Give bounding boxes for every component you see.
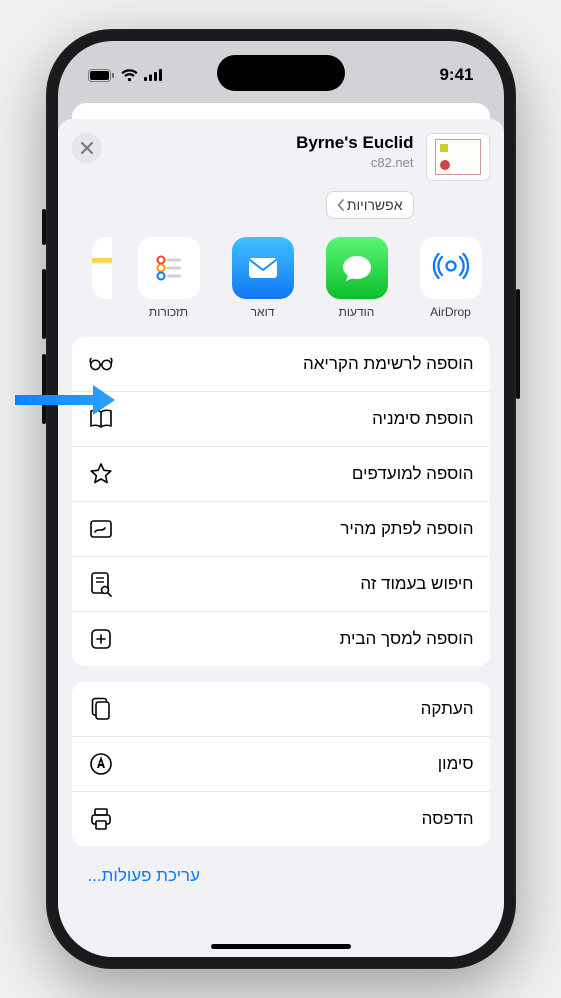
action-add-bookmark[interactable]: הוספת סימניה: [72, 391, 490, 446]
print-icon: [88, 806, 114, 832]
action-label: הדפסה: [422, 809, 474, 829]
dynamic-island: [217, 55, 345, 91]
screen: 9:41 Byrne's Euclid c82.net אפשרויות: [58, 41, 504, 957]
reminders-icon: [138, 237, 200, 299]
app-messages-label: הודעות: [339, 305, 375, 319]
action-print[interactable]: הדפסה: [72, 791, 490, 846]
action-copy[interactable]: העתקה: [72, 682, 490, 736]
mute-switch: [42, 209, 46, 245]
action-add-favorites[interactable]: הוספה למועדפים: [72, 446, 490, 501]
mail-icon: [232, 237, 294, 299]
cellular-icon: [144, 69, 162, 81]
side-button: [516, 289, 520, 399]
volume-down: [42, 354, 46, 424]
action-add-reading-list[interactable]: הוספה לרשימת הקריאה: [72, 337, 490, 391]
app-reminders-label: תזכורות: [149, 305, 188, 319]
edit-actions-link[interactable]: עריכת פעולות...: [88, 866, 200, 885]
share-sheet: Byrne's Euclid c82.net אפשרויות: [58, 119, 504, 957]
close-button[interactable]: [72, 133, 102, 163]
airdrop-icon: [420, 237, 482, 299]
copy-icon: [88, 696, 114, 722]
star-icon: [88, 461, 114, 487]
action-label: סימון: [438, 754, 474, 774]
options-button[interactable]: אפשרויות: [326, 191, 414, 219]
glasses-icon: [88, 351, 114, 377]
messages-icon: [326, 237, 388, 299]
action-add-home-screen[interactable]: הוספה למסך הבית: [72, 611, 490, 666]
edit-actions-row: עריכת פעולות...: [72, 862, 490, 896]
sheet-header: Byrne's Euclid c82.net: [58, 119, 504, 191]
volume-up: [42, 269, 46, 339]
action-markup[interactable]: סימון: [72, 736, 490, 791]
book-icon: [88, 406, 114, 432]
action-label: הוספה למסך הבית: [340, 629, 474, 649]
find-on-page-icon: [88, 571, 114, 597]
options-row: אפשרויות: [58, 191, 504, 233]
battery-icon: [88, 69, 115, 82]
action-label: הוספה לרשימת הקריאה: [303, 354, 474, 374]
action-label: העתקה: [421, 699, 474, 719]
page-title: Byrne's Euclid: [114, 133, 414, 153]
markup-icon: [88, 751, 114, 777]
app-reminders[interactable]: תזכורות: [134, 237, 204, 319]
title-block: Byrne's Euclid c82.net: [114, 133, 414, 170]
app-mail-label: דואר: [251, 305, 275, 319]
action-label: הוספה לפתק מהיר: [340, 519, 473, 539]
phone-frame: 9:41 Byrne's Euclid c82.net אפשרויות: [46, 29, 516, 969]
notes-icon: [92, 237, 112, 299]
status-time: 9:41: [439, 65, 473, 85]
options-label: אפשרויות: [347, 197, 403, 213]
status-left: [88, 69, 162, 82]
action-label: חיפוש בעמוד זה: [360, 574, 473, 594]
app-notes[interactable]: [88, 237, 116, 299]
close-icon: [81, 142, 93, 154]
actions-group-1: הוספה לרשימת הקריאה הוספת סימניה הוספה ל…: [72, 337, 490, 666]
action-label: הוספה למועדפים: [352, 464, 474, 484]
actions-group-2: העתקה סימון הדפסה: [72, 682, 490, 846]
app-airdrop-label: AirDrop: [430, 305, 471, 319]
action-add-quick-note[interactable]: הוספה לפתק מהיר: [72, 501, 490, 556]
app-mail[interactable]: דואר: [228, 237, 298, 319]
app-airdrop[interactable]: AirDrop: [416, 237, 486, 319]
wifi-icon: [121, 69, 138, 82]
app-share-row[interactable]: AirDrop הודעות דואר: [58, 233, 504, 337]
action-label: הוספת סימניה: [372, 409, 473, 429]
page-subtitle: c82.net: [114, 155, 414, 170]
action-find-on-page[interactable]: חיפוש בעמוד זה: [72, 556, 490, 611]
home-indicator[interactable]: [211, 944, 351, 949]
page-thumbnail: [426, 133, 490, 181]
app-messages[interactable]: הודעות: [322, 237, 392, 319]
actions-scroll[interactable]: הוספה לרשימת הקריאה הוספת סימניה הוספה ל…: [58, 337, 504, 957]
add-home-icon: [88, 626, 114, 652]
chevron-left-icon: [337, 199, 345, 211]
quick-note-icon: [88, 516, 114, 542]
